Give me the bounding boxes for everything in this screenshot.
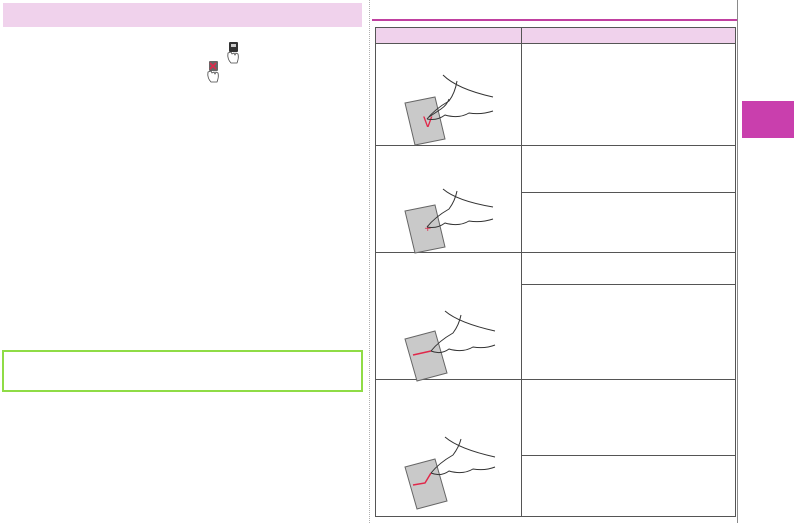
- section-rule: [372, 19, 737, 21]
- right-section-title: [378, 4, 728, 18]
- left-body-text: [8, 40, 358, 340]
- table-mark-cell: [375, 43, 522, 146]
- table-mark-cell: [375, 379, 522, 517]
- table-description-cell: [521, 192, 736, 253]
- chapter-tab-marker: [742, 101, 794, 138]
- table-description-cell: [521, 455, 736, 517]
- table-header-cell-description: [521, 27, 736, 44]
- table-description-cell: [521, 252, 736, 285]
- left-section-header: [3, 3, 362, 27]
- note-box: [2, 350, 363, 392]
- table-mark-cell: [375, 145, 522, 253]
- stroke-mark-table: V +: [375, 27, 736, 517]
- table-mark-cell: [375, 252, 522, 380]
- phone-hand-icon: [227, 42, 239, 64]
- table-description-cell: [521, 145, 736, 193]
- table-description-cell: [521, 43, 736, 146]
- phone-mute-hand-icon: [207, 61, 219, 83]
- table-description-cell: [521, 284, 736, 380]
- table-description-cell: [521, 379, 736, 456]
- table-header-cell-mark: [375, 27, 522, 44]
- column-divider: [369, 0, 370, 523]
